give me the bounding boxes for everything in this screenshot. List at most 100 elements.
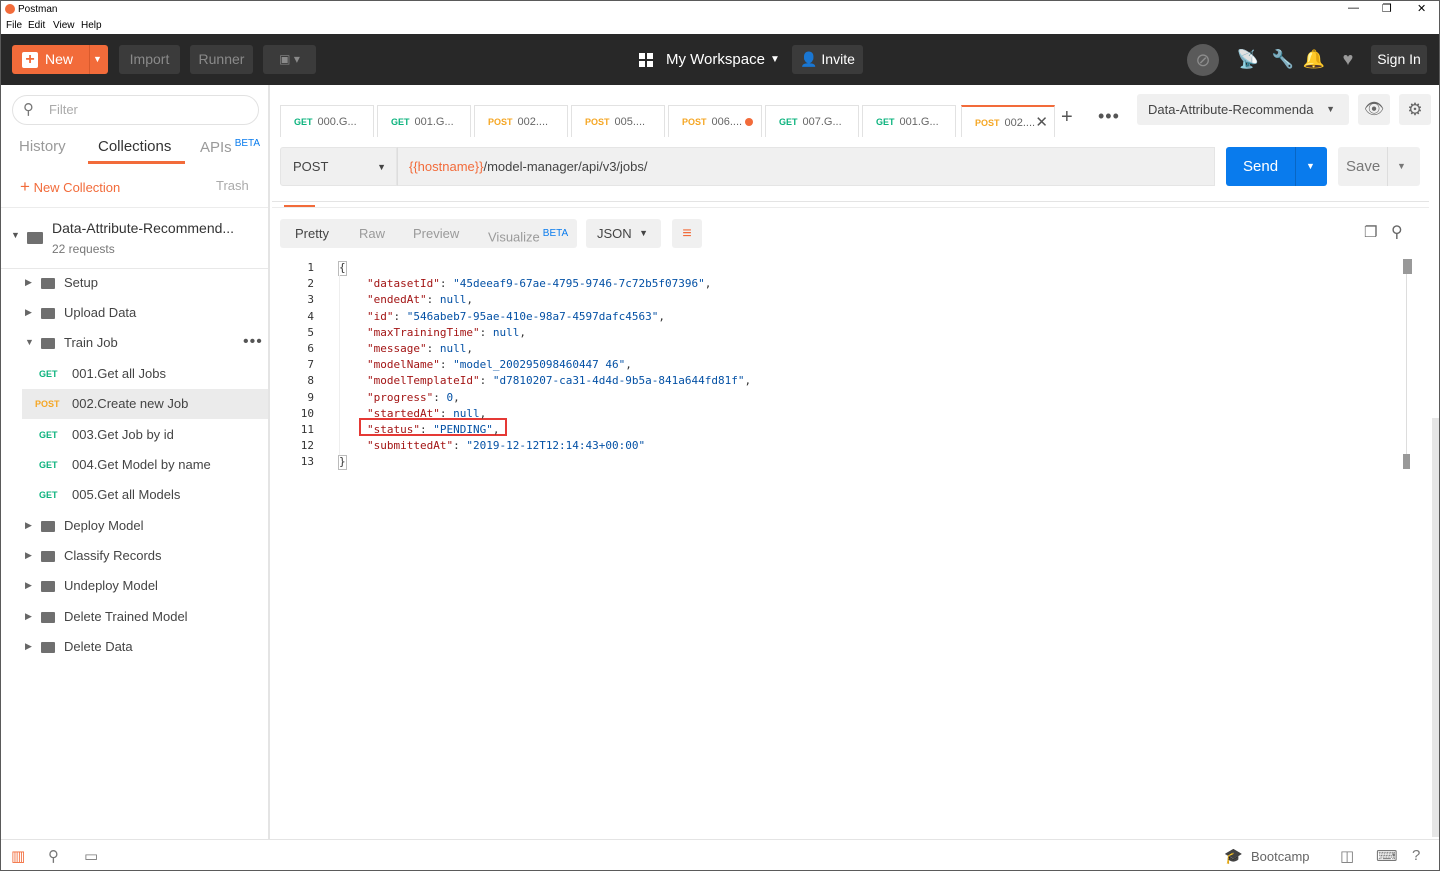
- menu-file[interactable]: File: [6, 20, 22, 31]
- folder-delete-data[interactable]: ▶ Delete Data: [1, 632, 268, 662]
- folder-setup[interactable]: ▶ Setup: [1, 268, 268, 298]
- response-view-tabs: Pretty Raw Preview Visualize BETA: [280, 219, 577, 248]
- view-visualize[interactable]: Visualize BETA: [488, 219, 568, 251]
- search-icon[interactable]: ⚲: [1391, 222, 1403, 242]
- gear-icon[interactable]: ⚙: [1399, 94, 1431, 125]
- close-window-button[interactable]: ✕: [1417, 2, 1426, 15]
- json-value: "45deeaf9-67ae-4795-9746-7c72b5f07396": [453, 277, 705, 291]
- invite-button[interactable]: 👤 Invite: [792, 45, 863, 74]
- new-dropdown-icon[interactable]: ▼: [93, 45, 102, 74]
- format-select[interactable]: JSON ▼: [586, 219, 661, 248]
- environment-selector[interactable]: Data-Attribute-Recommenda ▼: [1137, 94, 1349, 125]
- collapse-arrow-icon[interactable]: ▼: [11, 230, 20, 240]
- copy-icon[interactable]: ❐: [1364, 223, 1377, 241]
- new-collection-label: New Collection: [33, 180, 121, 195]
- eye-icon[interactable]: 👁: [1358, 94, 1390, 125]
- url-input[interactable]: {{hostname}}/model-manager/api/v3/jobs/: [397, 147, 1215, 186]
- wrap-lines-icon[interactable]: ≡: [672, 219, 702, 248]
- collection-header[interactable]: ▼ Data-Attribute-Recommend... 22 request…: [1, 207, 268, 269]
- request-tab[interactable]: POST 006....: [668, 105, 762, 137]
- view-preview[interactable]: Preview: [413, 219, 459, 248]
- menu-edit[interactable]: Edit: [28, 20, 45, 31]
- code-scrollbar[interactable]: [1403, 259, 1412, 474]
- minimize-button[interactable]: —: [1348, 2, 1359, 14]
- main-scrollbar[interactable]: [1432, 418, 1439, 837]
- line-number: 2: [307, 277, 314, 291]
- request-name: 001.Get all Jobs: [72, 366, 166, 381]
- sign-in-button[interactable]: Sign In: [1371, 45, 1427, 74]
- satellite-icon[interactable]: 📡: [1235, 46, 1261, 72]
- folder-deploy-model[interactable]: ▶ Deploy Model: [1, 511, 268, 541]
- filter-input[interactable]: ⚲ Filter: [12, 95, 259, 125]
- menu-view[interactable]: View: [53, 20, 75, 31]
- console-icon[interactable]: ▭: [84, 847, 98, 865]
- find-icon[interactable]: ⚲: [48, 847, 59, 865]
- scroll-thumb[interactable]: [1403, 259, 1412, 274]
- sync-off-icon[interactable]: ⊘: [1187, 44, 1219, 76]
- request-tab[interactable]: GET 007.G...: [765, 105, 859, 137]
- chevron-down-icon: ▼: [770, 54, 780, 65]
- save-dropdown-icon[interactable]: ▼: [1397, 147, 1406, 186]
- json-value: "d7810207-ca31-4d4d-9b5a-841a644fd81f": [492, 374, 745, 388]
- request-tab[interactable]: GET 000.G...: [280, 105, 374, 137]
- runner-button[interactable]: Runner: [190, 45, 253, 74]
- request-tab[interactable]: POST 002....: [474, 105, 568, 137]
- new-collection-button[interactable]: + New Collection: [20, 177, 120, 197]
- expand-arrow-icon: ▶: [25, 307, 32, 317]
- new-tab-plus-icon[interactable]: +: [1061, 106, 1073, 129]
- sidebar-toggle-icon[interactable]: ▥: [11, 847, 25, 865]
- new-button[interactable]: + New ▼: [12, 45, 108, 74]
- request-tab[interactable]: GET 001.G...: [862, 105, 956, 137]
- response-body[interactable]: 1 {2 "datasetId": "45deeaf9-67ae-4795-9746…: [281, 259, 1421, 479]
- bell-icon[interactable]: 🔔: [1301, 46, 1327, 72]
- title-bar: Postman — ❐ ✕: [1, 1, 1439, 18]
- keyboard-icon[interactable]: ⌨: [1376, 847, 1398, 865]
- wrench-icon[interactable]: 🔧: [1270, 46, 1296, 72]
- folder-delete-trained-model[interactable]: ▶ Delete Trained Model: [1, 602, 268, 632]
- more-options-icon[interactable]: •••: [243, 333, 263, 351]
- request-item-selected[interactable]: POST 002.Create new Job: [22, 389, 268, 419]
- send-dropdown-icon[interactable]: ▼: [1306, 147, 1315, 186]
- new-window-button[interactable]: ▣ ▾: [263, 45, 316, 74]
- request-tab[interactable]: GET 001.G...: [377, 105, 471, 137]
- menu-help[interactable]: Help: [81, 20, 102, 31]
- expand-arrow-icon: ▶: [25, 520, 32, 530]
- request-item[interactable]: GET 001.Get all Jobs: [1, 359, 268, 389]
- scroll-thumb[interactable]: [1403, 454, 1410, 469]
- json-key: "modelName": [367, 358, 440, 372]
- tab-collections[interactable]: Collections: [98, 138, 171, 155]
- save-button[interactable]: Save ▼: [1338, 147, 1420, 186]
- bootcamp-link[interactable]: Bootcamp: [1251, 849, 1310, 864]
- folder-train-job[interactable]: ▼ Train Job •••: [1, 328, 268, 358]
- trash-button[interactable]: Trash: [216, 178, 249, 193]
- request-item[interactable]: GET 004.Get Model by name: [1, 450, 268, 480]
- more-tabs-icon[interactable]: •••: [1098, 106, 1120, 127]
- two-pane-icon[interactable]: ◫: [1340, 847, 1354, 865]
- tab-history[interactable]: History: [19, 138, 66, 155]
- view-pretty[interactable]: Pretty: [295, 219, 329, 248]
- request-tab[interactable]: POST 005....: [571, 105, 665, 137]
- send-button[interactable]: Send ▼: [1226, 147, 1327, 186]
- method-select[interactable]: POST ▼: [280, 147, 397, 186]
- url-path: /model-manager/api/v3/jobs/: [483, 159, 648, 174]
- restore-button[interactable]: ❐: [1382, 2, 1392, 15]
- folder-label: Setup: [64, 275, 98, 290]
- json-value: null: [492, 325, 520, 339]
- json-value: "2019-12-12T12:14:43+00:00": [466, 439, 646, 453]
- view-raw[interactable]: Raw: [359, 219, 385, 248]
- method-badge: GET: [39, 369, 58, 379]
- request-item[interactable]: GET 003.Get Job by id: [1, 420, 268, 450]
- tab-apis[interactable]: APIs BETA: [200, 138, 260, 156]
- tab-method: GET: [391, 117, 410, 127]
- tab-name: 001.G...: [899, 116, 939, 128]
- request-tab-active[interactable]: POST 002.... ✕: [961, 105, 1055, 137]
- folder-upload-data[interactable]: ▶ Upload Data: [1, 298, 268, 328]
- help-icon[interactable]: ?: [1412, 847, 1420, 864]
- folder-classify-records[interactable]: ▶ Classify Records: [1, 541, 268, 571]
- folder-undeploy-model[interactable]: ▶ Undeploy Model: [1, 571, 268, 601]
- close-tab-icon[interactable]: ✕: [1035, 107, 1048, 137]
- line-number: 6: [307, 342, 314, 355]
- import-button[interactable]: Import: [119, 45, 180, 74]
- request-item[interactable]: GET 005.Get all Models: [1, 480, 268, 510]
- heart-icon[interactable]: ♥: [1335, 46, 1361, 72]
